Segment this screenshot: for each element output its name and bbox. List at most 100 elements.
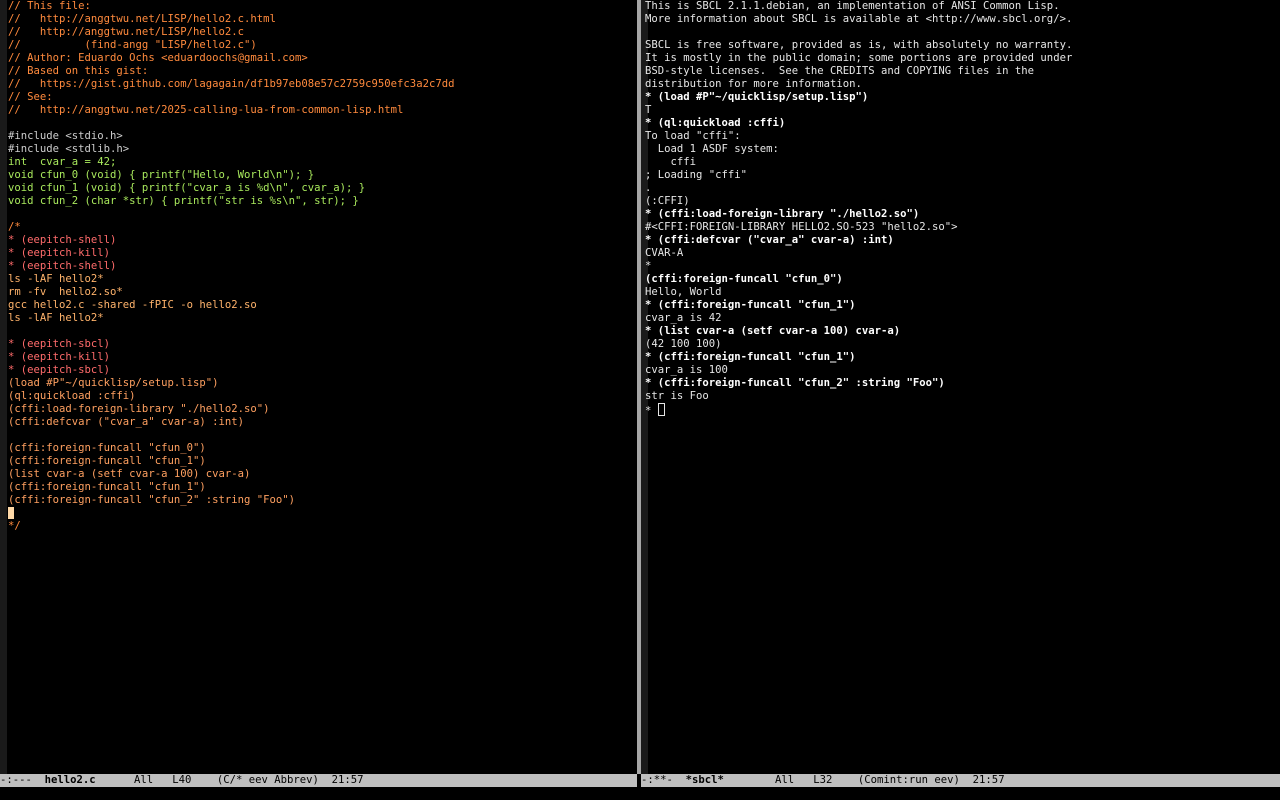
right-modeline-buffer-name[interactable]: *sbcl* — [686, 774, 724, 786]
left-line: void cfun_1 (void) { printf("cvar_a is %… — [8, 182, 637, 195]
left-line: (cffi:foreign-funcall "cfun_0") — [8, 442, 637, 455]
left-line: // Author: Eduardo Ochs <eduardoochs@gma… — [8, 52, 637, 65]
right-line-text: * (cffi:defcvar ("cvar_a" cvar-a) :int) — [645, 234, 894, 246]
right-line: (:CFFI) — [645, 195, 1280, 208]
left-line-text: * (eepitch-kill) — [8, 351, 111, 363]
left-line: gcc hello2.c -shared -fPIC -o hello2.so — [8, 299, 637, 312]
left-modeline-info: All L40 (C/* eev Abbrev) 21:57 — [95, 774, 364, 786]
right-line: * (cffi:foreign-funcall "cfun_1") — [645, 299, 1280, 312]
left-line-text: // See: — [8, 91, 53, 103]
left-line: (list cvar-a (setf cvar-a 100) cvar-a) — [8, 468, 637, 481]
right-line: . — [645, 182, 1280, 195]
left-line: (cffi:foreign-funcall "cfun_2" :string "… — [8, 494, 637, 507]
text-cursor — [8, 507, 14, 519]
left-line: (load #P"~/quicklisp/setup.lisp") — [8, 377, 637, 390]
left-modeline-status: -:--- — [0, 774, 45, 786]
right-line-text: * (list cvar-a (setf cvar-a 100) cvar-a) — [645, 325, 901, 337]
left-line: * (eepitch-sbcl) — [8, 338, 637, 351]
left-line: (ql:quickload :cffi) — [8, 390, 637, 403]
left-line: // http://anggtwu.net/2025-calling-lua-f… — [8, 104, 637, 117]
left-line-text: (cffi:defcvar ("cvar_a" cvar-a) :int) — [8, 416, 244, 428]
right-line: (cffi:foreign-funcall "cfun_0") — [645, 273, 1280, 286]
right-line: #<CFFI:FOREIGN-LIBRARY HELLO2.SO-523 "he… — [645, 221, 1280, 234]
left-line-text: #include <stdlib.h> — [8, 143, 130, 155]
right-line-text: #<CFFI:FOREIGN-LIBRARY HELLO2.SO-523 "he… — [645, 221, 958, 233]
left-line-text: #include <stdio.h> — [8, 130, 123, 142]
right-line: * (cffi:foreign-funcall "cfun_1") — [645, 351, 1280, 364]
left-line-text: (cffi:load-foreign-library "./hello2.so"… — [8, 403, 270, 415]
repl-window-sbcl[interactable]: This is SBCL 2.1.1.debian, an implementa… — [641, 0, 1280, 774]
right-line-text: * (cffi:load-foreign-library "./hello2.s… — [645, 208, 920, 220]
right-line: SBCL is free software, provided as is, w… — [645, 39, 1280, 52]
right-line-text: str is Foo — [645, 390, 709, 402]
left-line: // Based on this gist: — [8, 65, 637, 78]
left-line-text: // http://anggtwu.net/LISP/hello2.c.html — [8, 13, 276, 25]
left-line-text: * (eepitch-sbcl) — [8, 364, 111, 376]
right-line: * — [645, 403, 1280, 417]
left-line: #include <stdlib.h> — [8, 143, 637, 156]
right-line: cvar_a is 100 — [645, 364, 1280, 377]
left-line-text: // https://gist.github.com/lagagain/df1b… — [8, 78, 455, 90]
right-line-text: (42 100 100) — [645, 338, 722, 350]
right-line-text: * (load #P"~/quicklisp/setup.lisp") — [645, 91, 869, 103]
right-line-text: (cffi:foreign-funcall "cfun_0") — [645, 273, 843, 285]
left-line — [8, 208, 637, 221]
left-line: * (eepitch-shell) — [8, 260, 637, 273]
right-line: ; Loading "cffi" — [645, 169, 1280, 182]
left-line-text: void cfun_1 (void) { printf("cvar_a is %… — [8, 182, 366, 194]
left-line: * (eepitch-kill) — [8, 351, 637, 364]
right-line-text: * (cffi:foreign-funcall "cfun_2" :string… — [645, 377, 945, 389]
right-line: cffi — [645, 156, 1280, 169]
right-line: CVAR-A — [645, 247, 1280, 260]
editor-window-hello2-c[interactable]: // This file:// http://anggtwu.net/LISP/… — [0, 0, 637, 774]
right-line-text: (:CFFI) — [645, 195, 690, 207]
left-line — [8, 507, 637, 520]
left-line-text: (cffi:foreign-funcall "cfun_0") — [8, 442, 206, 454]
left-line-text: (list cvar-a (setf cvar-a 100) cvar-a) — [8, 468, 251, 480]
left-line-text: * (eepitch-shell) — [8, 234, 117, 246]
left-line-text: ls -lAF hello2* — [8, 273, 104, 285]
source-buffer-text[interactable]: // This file:// http://anggtwu.net/LISP/… — [8, 0, 637, 533]
left-line-text: // This file: — [8, 0, 91, 12]
left-line-text: rm -fv hello2.so* — [8, 286, 123, 298]
right-line-text: cvar_a is 100 — [645, 364, 728, 376]
left-line: // http://anggtwu.net/LISP/hello2.c.html — [8, 13, 637, 26]
left-line: * (eepitch-shell) — [8, 234, 637, 247]
left-line-text: * (eepitch-shell) — [8, 260, 117, 272]
right-line — [645, 26, 1280, 39]
right-line: * (ql:quickload :cffi) — [645, 117, 1280, 130]
right-line-text: ; Loading "cffi" — [645, 169, 748, 181]
left-line: // (find-angg "LISP/hello2.c") — [8, 39, 637, 52]
right-line: (42 100 100) — [645, 338, 1280, 351]
right-line-text: T — [645, 104, 652, 116]
left-line — [8, 325, 637, 338]
left-line-text: * (eepitch-sbcl) — [8, 338, 111, 350]
left-modeline-buffer-name[interactable]: hello2.c — [45, 774, 96, 786]
left-line-text: int cvar_a = 42; — [8, 156, 117, 168]
right-mode-line[interactable]: -:**- *sbcl* All L32 (Comint:run eev) 21… — [641, 774, 1280, 787]
left-line: // See: — [8, 91, 637, 104]
right-line-text: * (ql:quickload :cffi) — [645, 117, 786, 129]
right-line: * (cffi:foreign-funcall "cfun_2" :string… — [645, 377, 1280, 390]
right-line-text: cffi — [645, 156, 697, 168]
left-line: // https://gist.github.com/lagagain/df1b… — [8, 78, 637, 91]
left-line: ls -lAF hello2* — [8, 312, 637, 325]
right-line-text: This is SBCL 2.1.1.debian, an implementa… — [645, 0, 1060, 12]
left-line-text: // Based on this gist: — [8, 65, 149, 77]
left-line: void cfun_2 (char *str) { printf("str is… — [8, 195, 637, 208]
left-mode-line[interactable]: -:--- hello2.c All L40 (C/* eev Abbrev) … — [0, 774, 637, 787]
left-line: /* — [8, 221, 637, 234]
right-line-text: BSD-style licenses. See the CREDITS and … — [645, 65, 1035, 77]
right-line: Load 1 ASDF system: — [645, 143, 1280, 156]
left-line: * (eepitch-kill) — [8, 247, 637, 260]
echo-area[interactable] — [0, 787, 1280, 800]
repl-buffer-text[interactable]: This is SBCL 2.1.1.debian, an implementa… — [645, 0, 1280, 417]
left-line-text: (cffi:foreign-funcall "cfun_1") — [8, 481, 206, 493]
left-line — [8, 429, 637, 442]
right-line: distribution for more information. — [645, 78, 1280, 91]
right-line: More information about SBCL is available… — [645, 13, 1280, 26]
right-line: * (list cvar-a (setf cvar-a 100) cvar-a) — [645, 325, 1280, 338]
right-line: * (cffi:load-foreign-library "./hello2.s… — [645, 208, 1280, 221]
right-line: This is SBCL 2.1.1.debian, an implementa… — [645, 0, 1280, 13]
left-line: (cffi:foreign-funcall "cfun_1") — [8, 481, 637, 494]
